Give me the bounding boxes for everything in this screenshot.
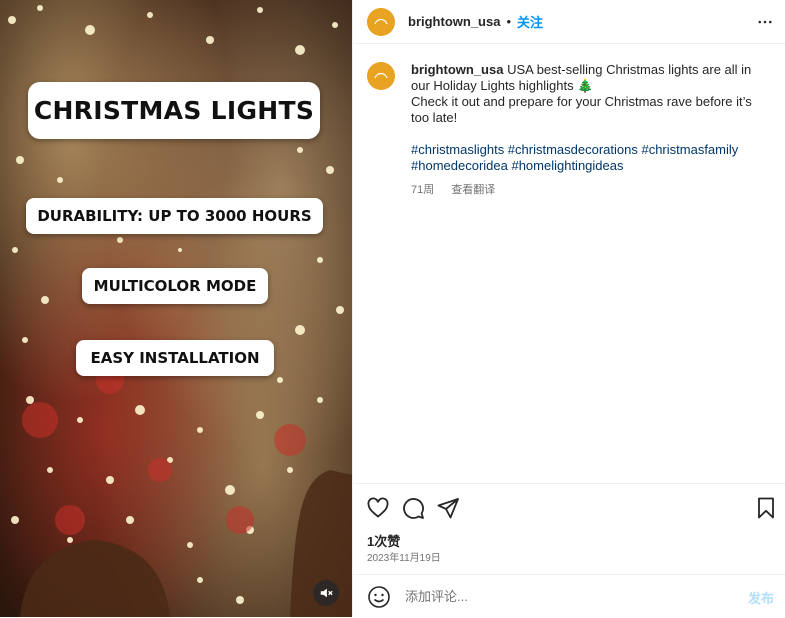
post-age[interactable]: 71周 <box>411 184 434 196</box>
caption-avatar[interactable] <box>367 62 395 90</box>
see-translation-link[interactable]: 查看翻译 <box>451 184 495 196</box>
caption-username[interactable]: brightown_usa <box>411 62 503 77</box>
brand-logo-icon <box>367 7 395 36</box>
caption-meta: 71周 查看翻译 <box>411 182 771 198</box>
send-icon[interactable] <box>436 496 460 520</box>
post-header: brightown_usa • 关注 <box>353 0 785 44</box>
instagram-post: CHRISTMAS LIGHTS DURABILITY: UP TO 3000 … <box>0 0 785 617</box>
chair-silhouette <box>20 470 352 617</box>
heart-icon[interactable] <box>366 496 390 520</box>
bookmark-icon[interactable] <box>754 496 778 520</box>
post-media[interactable]: CHRISTMAS LIGHTS DURABILITY: UP TO 3000 … <box>0 0 352 617</box>
header-separator: • <box>506 14 512 29</box>
brand-logo-icon <box>367 62 395 90</box>
emoji-icon[interactable] <box>367 585 391 609</box>
caption-hashtags[interactable]: #christmaslights #christmasdecorations #… <box>411 142 771 174</box>
post-comment-button[interactable]: 发布 <box>748 588 774 607</box>
likes-count[interactable]: 1次赞 <box>367 531 400 550</box>
comment-input[interactable] <box>403 588 727 605</box>
header-username[interactable]: brightown_usa <box>408 14 500 29</box>
mute-button[interactable] <box>313 580 339 606</box>
comment-icon[interactable] <box>401 496 425 520</box>
avatar[interactable] <box>367 7 395 36</box>
action-bar <box>353 483 785 532</box>
speaker-muted-icon <box>320 588 333 598</box>
follow-button[interactable]: 关注 <box>517 12 543 31</box>
post-date: 2023年11月19日 <box>367 553 441 564</box>
more-horizontal-icon[interactable] <box>756 13 774 31</box>
caption-body: brightown_usa USA best-selling Christmas… <box>411 62 771 198</box>
post-details-panel: brightown_usa • 关注 brightown_usa USA bes… <box>352 0 785 617</box>
comment-bar: 发布 <box>353 574 785 618</box>
caption-line-2: Check it out and prepare for your Christ… <box>411 94 752 125</box>
caption-text: brightown_usa USA best-selling Christmas… <box>411 62 771 94</box>
